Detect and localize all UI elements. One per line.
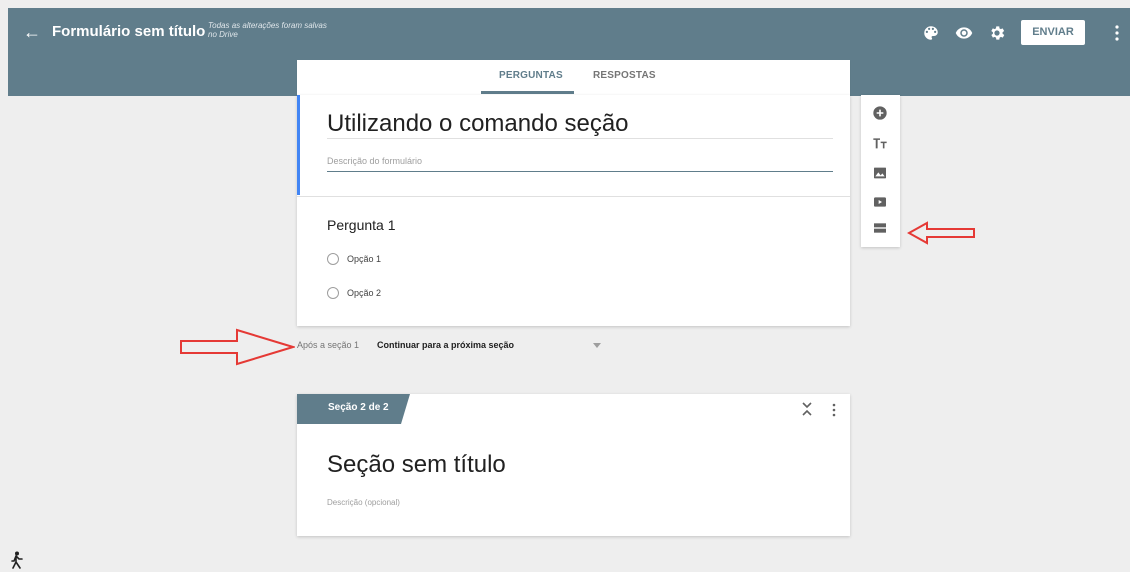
- option-label: Opção 2: [347, 288, 382, 298]
- form-tabs: PERGUNTAS RESPOSTAS: [297, 60, 850, 95]
- side-toolbar: [861, 95, 900, 247]
- tab-perguntas[interactable]: PERGUNTAS: [499, 70, 563, 81]
- form-name[interactable]: Formulário sem título: [52, 22, 205, 42]
- active-item-indicator: [297, 95, 300, 195]
- after-section-select[interactable]: Continuar para a próxima seção: [377, 340, 514, 350]
- form-title-underline: [327, 138, 833, 139]
- palette-icon[interactable]: [922, 24, 940, 42]
- radio-button[interactable]: [327, 253, 339, 265]
- section-icon[interactable]: [872, 220, 888, 236]
- after-section-label: Após a seção 1: [297, 340, 360, 350]
- image-icon[interactable]: [872, 165, 888, 181]
- tab-respostas[interactable]: RESPOSTAS: [593, 70, 656, 81]
- eye-icon[interactable]: [955, 24, 973, 42]
- form-description-field[interactable]: Descrição do formulário: [327, 156, 422, 166]
- gear-icon[interactable]: [988, 24, 1006, 42]
- dropdown-arrow-icon[interactable]: [593, 343, 601, 348]
- annotation-arrow-left: [907, 221, 975, 245]
- form-title[interactable]: Utilizando o comando seção: [327, 110, 629, 138]
- section-tab: Seção 2 de 2: [297, 394, 410, 424]
- more-vert-icon[interactable]: [1112, 24, 1122, 42]
- active-tab-indicator: [481, 91, 574, 94]
- section-title[interactable]: Seção sem título: [327, 451, 506, 479]
- back-arrow-icon[interactable]: ←: [22, 22, 42, 42]
- save-status: Todas as alterações foram salvas no Driv…: [208, 21, 327, 39]
- option-label: Opção 1: [347, 254, 382, 264]
- section-tab-label: Seção 2 de 2: [328, 402, 389, 413]
- add-circle-icon[interactable]: [872, 105, 888, 121]
- more-vert-icon[interactable]: [831, 403, 837, 417]
- walking-person-icon: [11, 551, 23, 569]
- option-row[interactable]: Opção 2: [327, 286, 381, 300]
- option-row[interactable]: Opção 1: [327, 252, 381, 266]
- divider: [297, 196, 850, 197]
- section-description-field[interactable]: Descrição (opcional): [327, 498, 400, 507]
- annotation-arrow-right: [180, 328, 295, 366]
- radio-button[interactable]: [327, 287, 339, 299]
- question-title[interactable]: Pergunta 1: [327, 217, 396, 233]
- video-icon[interactable]: [872, 194, 888, 210]
- form-description-underline: [327, 171, 833, 172]
- send-button[interactable]: ENVIAR: [1021, 20, 1085, 45]
- text-format-icon[interactable]: [872, 135, 888, 151]
- form-header-card: Utilizando o comando seção Descrição do …: [297, 95, 850, 326]
- collapse-icon[interactable]: [801, 402, 813, 416]
